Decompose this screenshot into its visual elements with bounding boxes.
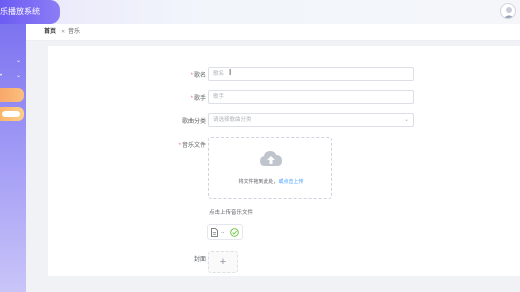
uploaded-file-name: .. — [221, 229, 225, 235]
sidebar-item-music[interactable] — [0, 107, 24, 121]
chevron-down-icon[interactable]: ⌄ — [16, 57, 21, 64]
breadcrumb-home[interactable]: 首页 — [44, 24, 56, 41]
singer-input[interactable]: 歌手 — [208, 90, 414, 104]
cover-uploader[interactable]: + — [208, 251, 238, 273]
category-label: 歌曲分类 — [181, 119, 206, 125]
top-header: 乐播放系统 — [0, 0, 520, 24]
document-icon — [211, 228, 218, 237]
avatar-icon — [503, 7, 515, 18]
sidebar-item-highlight — [2, 111, 20, 117]
app-title: 乐播放系统 — [0, 7, 40, 16]
upload-dropzone[interactable]: 将文件拖到此处，或点击上传 — [208, 137, 332, 199]
cover-label: 封面 — [193, 257, 206, 263]
file-label: *音乐文件 — [178, 143, 206, 149]
uploaded-file-item[interactable]: .. — [207, 224, 243, 240]
upload-hint: 点击上传音乐文件 — [209, 210, 254, 216]
click-upload-link[interactable]: 或点击上传 — [279, 179, 304, 185]
text-cursor-icon: I — [229, 68, 232, 77]
avatar[interactable] — [500, 3, 516, 19]
name-input[interactable]: 歌名 — [208, 67, 414, 81]
sidebar-item-active[interactable] — [0, 88, 24, 102]
singer-label: *歌手 — [190, 96, 206, 102]
app-brand: 乐播放系统 — [0, 0, 60, 24]
cloud-upload-icon — [260, 151, 282, 166]
category-select[interactable]: 请选择歌曲分类 ⌄ — [208, 113, 414, 127]
chevron-down-icon: ⌄ — [403, 117, 409, 123]
breadcrumb-current: 音乐 — [68, 29, 81, 35]
chevron-down-icon[interactable]: ⌄ — [16, 72, 21, 79]
name-label: *歌名 — [190, 73, 206, 79]
close-icon[interactable]: ✕ — [61, 24, 65, 41]
plus-icon: + — [219, 256, 227, 268]
upload-tip: 将文件拖到此处，或点击上传 — [238, 179, 304, 185]
sidebar: ⌄ • ⌄ — [0, 24, 26, 292]
check-circle-icon — [230, 228, 239, 237]
breadcrumb: 首页 ✕ 音乐 — [26, 24, 520, 41]
menu-dot-icon: • — [0, 73, 3, 79]
